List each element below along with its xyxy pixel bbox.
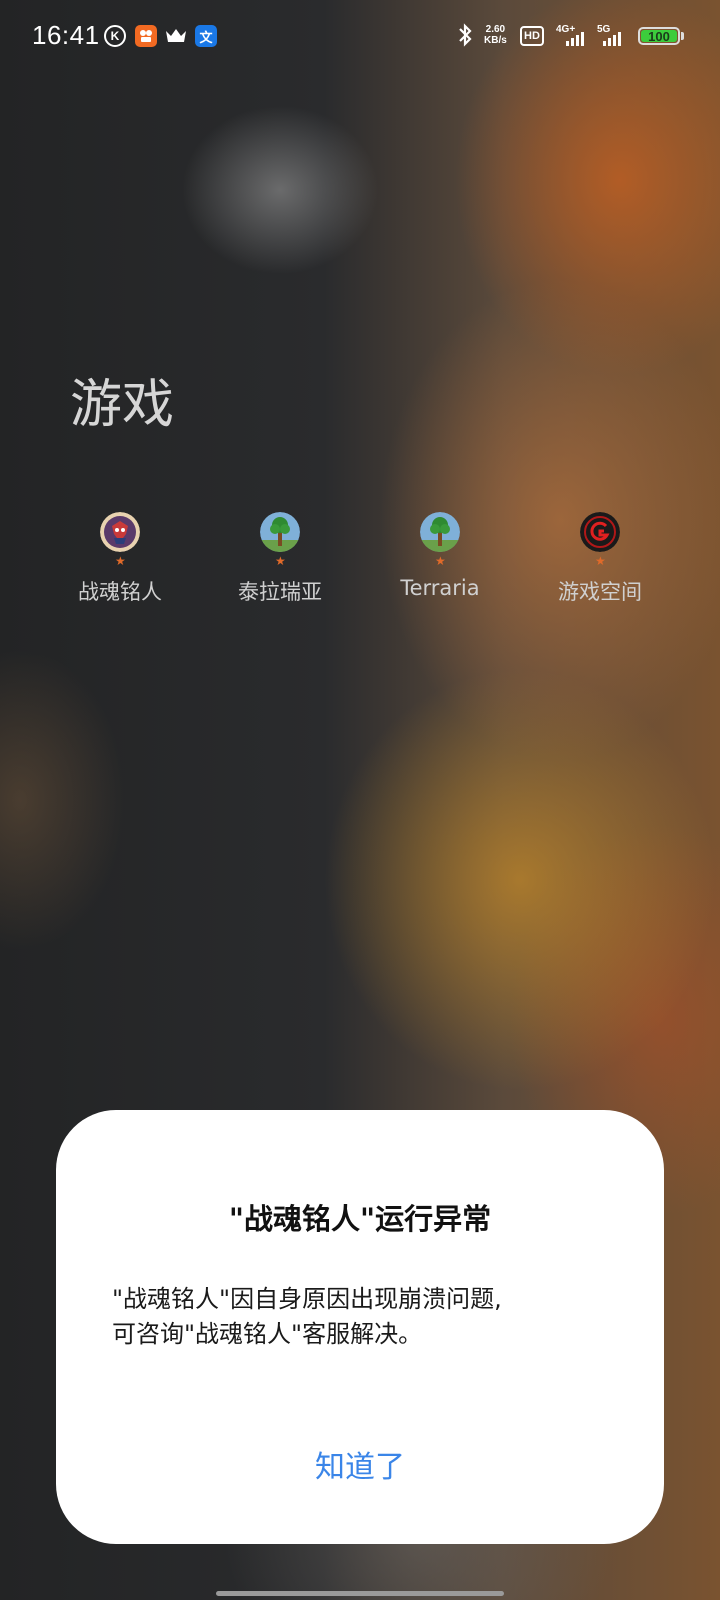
crown-icon bbox=[165, 25, 187, 47]
translate-icon: 文 bbox=[195, 25, 217, 47]
dialog-message-line-1: "战魂铭人"因自身原因出现崩溃问题, bbox=[112, 1285, 502, 1313]
terraria-tree-icon bbox=[260, 512, 300, 552]
crash-dialog: "战魂铭人"运行异常 "战魂铭人"因自身原因出现崩溃问题, 可咨询"战魂铭人"客… bbox=[56, 1110, 664, 1544]
dialog-title: "战魂铭人"运行异常 bbox=[228, 1202, 492, 1236]
k-circle-icon: K bbox=[104, 25, 126, 47]
zhanhun-game-icon bbox=[100, 512, 140, 552]
bluetooth-icon bbox=[456, 23, 474, 52]
battery-icon: 100 bbox=[638, 27, 680, 45]
kuaishou-icon bbox=[135, 25, 157, 47]
got-it-button[interactable]: 知道了 bbox=[260, 1440, 460, 1496]
app-game-space[interactable]: ★ 游戏空间 bbox=[520, 512, 680, 606]
battery-level: 100 bbox=[641, 29, 677, 44]
app-label: Terraria bbox=[400, 576, 480, 600]
sim1-signal-icon bbox=[566, 32, 584, 46]
network-speed: 2.60 KB/s bbox=[484, 24, 507, 46]
status-time: 16:41 bbox=[32, 20, 100, 50]
new-install-dot: ★ bbox=[275, 554, 286, 568]
folder-app-grid: ★ 战魂铭人 ★ 泰拉瑞亚 ★ Terraria ★ 游戏空间 bbox=[40, 512, 680, 606]
status-bar: 16:41 K 文 2.60 KB/s HD 4G+ 5G 100 bbox=[0, 0, 720, 72]
app-label: 泰拉瑞亚 bbox=[238, 580, 322, 604]
new-install-dot: ★ bbox=[435, 554, 446, 568]
hd-voice-icon: HD bbox=[520, 26, 544, 46]
dialog-message: "战魂铭人"因自身原因出现崩溃问题, 可咨询"战魂铭人"客服解决。 bbox=[112, 1282, 612, 1352]
battery-tip bbox=[681, 32, 684, 40]
app-terraria-cn[interactable]: ★ 泰拉瑞亚 bbox=[200, 512, 360, 606]
terraria-tree-icon bbox=[420, 512, 460, 552]
dialog-message-line-2: 可咨询"战魂铭人"客服解决。 bbox=[112, 1320, 423, 1348]
folder-title[interactable]: 游戏 bbox=[70, 362, 174, 437]
app-label: 战魂铭人 bbox=[78, 580, 162, 604]
sim2-signal-icon bbox=[603, 32, 621, 46]
app-label: 游戏空间 bbox=[558, 580, 642, 604]
home-indicator-bar[interactable] bbox=[216, 1591, 504, 1596]
app-zhanhun[interactable]: ★ 战魂铭人 bbox=[40, 512, 200, 606]
game-space-icon bbox=[580, 512, 620, 552]
new-install-dot: ★ bbox=[595, 554, 606, 568]
new-install-dot: ★ bbox=[115, 554, 126, 568]
app-terraria[interactable]: ★ Terraria bbox=[360, 512, 520, 606]
